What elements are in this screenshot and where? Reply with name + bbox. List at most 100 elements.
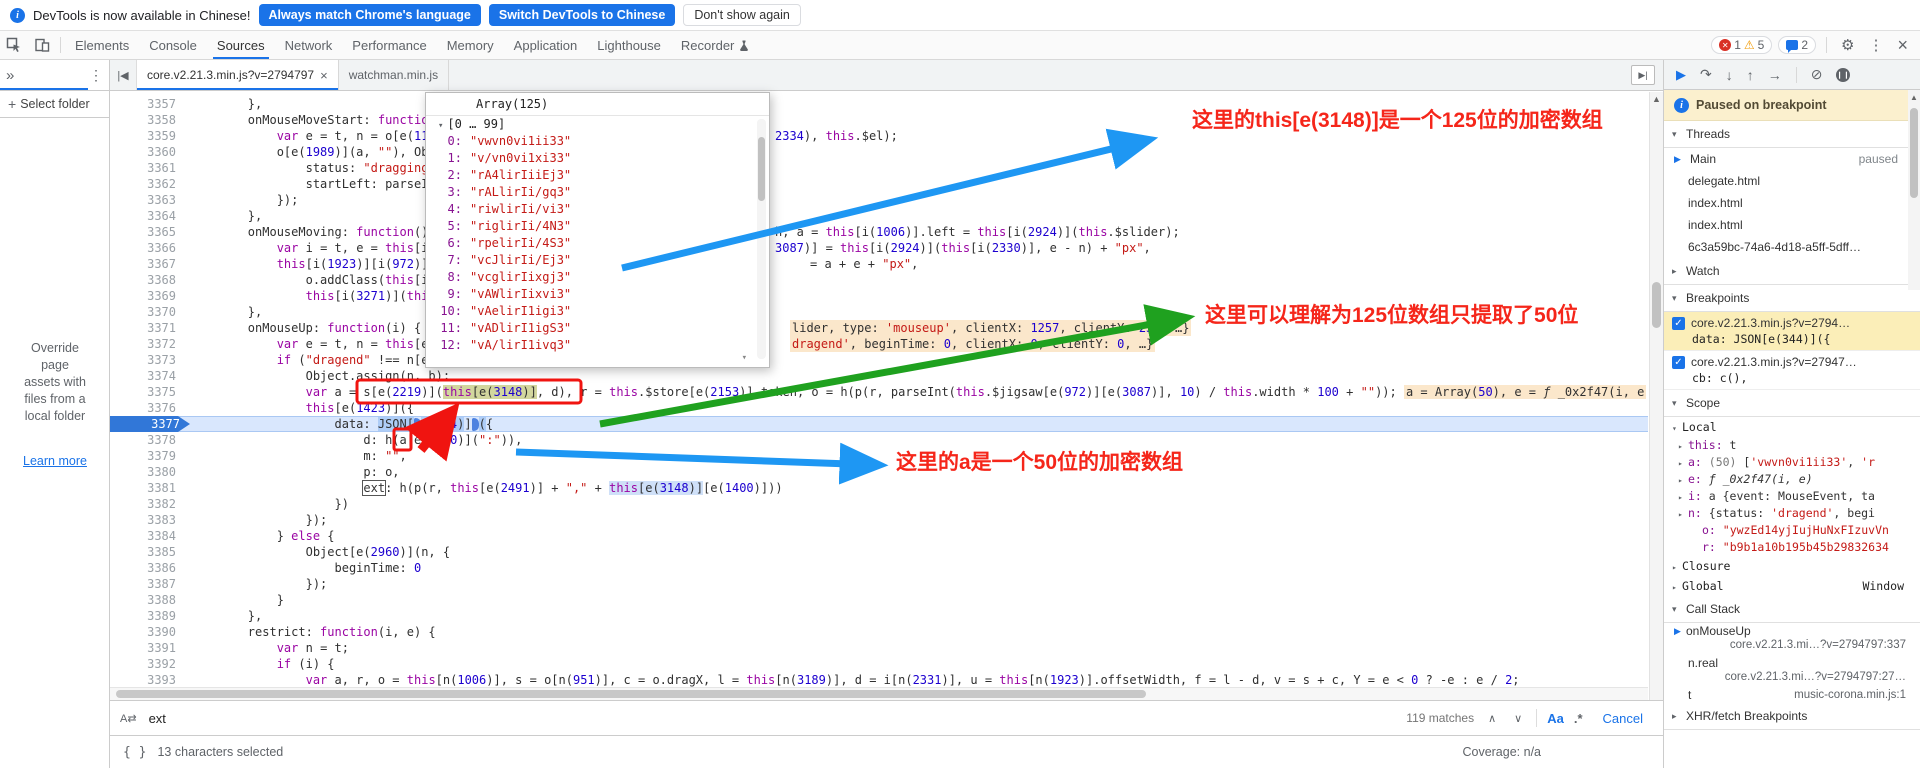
cancel-button[interactable]: Cancel bbox=[1593, 708, 1653, 729]
scrollbar-thumb[interactable] bbox=[758, 137, 765, 201]
checkbox-checked-icon[interactable]: ✓ bbox=[1672, 356, 1685, 369]
code-line[interactable]: 3384 } else { bbox=[110, 528, 1648, 544]
tab-performance[interactable]: Performance bbox=[342, 31, 436, 59]
line-number[interactable]: 3359 bbox=[110, 128, 186, 144]
scope-variable[interactable]: ▸this: t bbox=[1664, 437, 1920, 454]
scroll-up-icon[interactable]: ▲ bbox=[1650, 92, 1663, 104]
close-icon[interactable]: × bbox=[320, 68, 328, 83]
line-number[interactable]: 3373 bbox=[110, 352, 186, 368]
thread-file[interactable]: delegate.html bbox=[1664, 170, 1920, 192]
thread-main[interactable]: ▶ Main paused bbox=[1664, 148, 1920, 170]
code-line[interactable]: 3379 m: "", bbox=[110, 448, 1648, 464]
match-case-toggle[interactable]: Aa bbox=[1547, 711, 1564, 726]
code-line[interactable]: 3388 } bbox=[110, 592, 1648, 608]
line-number[interactable]: 3363 bbox=[110, 192, 186, 208]
line-number[interactable]: 3382 bbox=[110, 496, 186, 512]
line-number[interactable]: 3393 bbox=[110, 672, 186, 688]
code-line[interactable]: 3390 restrict: function(i, e) { bbox=[110, 624, 1648, 640]
code-line[interactable]: 3364 }, bbox=[110, 208, 1648, 224]
section-watch[interactable]: ▸ Watch bbox=[1664, 258, 1920, 285]
line-number[interactable]: 3367 bbox=[110, 256, 186, 272]
search-input[interactable] bbox=[147, 710, 1397, 727]
line-number[interactable]: 3391 bbox=[110, 640, 186, 656]
code-line[interactable]: 3372 var e = t, n = this[edragend', begi… bbox=[110, 336, 1648, 352]
pretty-print-icon[interactable]: { } bbox=[122, 744, 147, 761]
line-number[interactable]: 3365 bbox=[110, 224, 186, 240]
scope-variable[interactable]: r: "b9b1a10b195b45b29832634 bbox=[1664, 539, 1920, 556]
line-number[interactable]: 3392 bbox=[110, 656, 186, 672]
debugger-sidebar-toggle-icon[interactable]: ▶| bbox=[1631, 65, 1655, 85]
code-line[interactable]: 3378 d: h(a[e(2790)](":")), bbox=[110, 432, 1648, 448]
code-line[interactable]: 3375 var a = s[e(2219)](this[e(3148)], d… bbox=[110, 384, 1648, 400]
line-number[interactable]: 3357 bbox=[110, 96, 186, 112]
settings-gear-icon[interactable]: ⚙ bbox=[1837, 36, 1858, 54]
line-number[interactable]: 3376 bbox=[110, 400, 186, 416]
code-line[interactable]: 3367 this[i(1923)][i(972)][= a + e + "px… bbox=[110, 256, 1648, 272]
call-stack-frame[interactable]: tmusic-corona.min.js:1 bbox=[1664, 687, 1920, 703]
tab-recorder[interactable]: Recorder bbox=[671, 31, 744, 59]
inspect-element-icon[interactable] bbox=[6, 37, 22, 53]
tab-application[interactable]: Application bbox=[504, 31, 588, 59]
line-number[interactable]: 3388 bbox=[110, 592, 186, 608]
scope-closure[interactable]: ▸Closure bbox=[1664, 556, 1920, 576]
line-number[interactable]: 3387 bbox=[110, 576, 186, 592]
code-line[interactable]: 3380 p: o, bbox=[110, 464, 1648, 480]
call-stack-frame[interactable]: n.real bbox=[1664, 655, 1920, 671]
code-line[interactable]: 3377 data: JSON[e(344)]({ bbox=[110, 416, 1648, 432]
line-number[interactable]: 3369 bbox=[110, 288, 186, 304]
line-number[interactable]: 3390 bbox=[110, 624, 186, 640]
regex-toggle[interactable]: .* bbox=[1574, 711, 1583, 726]
scope-variable[interactable]: o: "ywzEd14yjIujHuNxFIzuvVn bbox=[1664, 522, 1920, 539]
code-line[interactable]: 3392 if (i) { bbox=[110, 656, 1648, 672]
code-line[interactable]: 3381 ext: h(p(r, this[e(2491)] + "," + t… bbox=[110, 480, 1648, 496]
code-editor[interactable]: 3357 },3358 onMouseMoveStart: function(t… bbox=[110, 92, 1648, 750]
line-number[interactable]: 3362 bbox=[110, 176, 186, 192]
thread-file[interactable]: 6c3a59bc-74a6-4d18-a5ff-5dff… bbox=[1664, 236, 1920, 258]
section-scope[interactable]: ▾ Scope bbox=[1664, 390, 1920, 417]
scroll-up-icon[interactable]: ▲ bbox=[1908, 90, 1920, 102]
scrollbar-thumb[interactable] bbox=[1910, 108, 1918, 198]
dont-show-again-button[interactable]: Don't show again bbox=[683, 4, 801, 26]
line-number[interactable]: 3368 bbox=[110, 272, 186, 288]
popup-scroll-down-icon[interactable]: ▾ bbox=[742, 353, 747, 363]
scrollbar-thumb[interactable] bbox=[1652, 282, 1661, 328]
checkbox-checked-icon[interactable]: ✓ bbox=[1672, 317, 1685, 330]
line-number[interactable]: 3385 bbox=[110, 544, 186, 560]
section-xhr-breakpoints[interactable]: ▸ XHR/fetch Breakpoints bbox=[1664, 703, 1920, 730]
tab-network[interactable]: Network bbox=[275, 31, 343, 59]
section-call-stack[interactable]: ▾ Call Stack bbox=[1664, 596, 1920, 623]
line-number[interactable]: 3383 bbox=[110, 512, 186, 528]
code-line[interactable]: 3376 this[e(1423)]({ bbox=[110, 400, 1648, 416]
code-line[interactable]: 3374 Object.assign(n, b); bbox=[110, 368, 1648, 384]
scope-global[interactable]: ▸GlobalWindow bbox=[1664, 576, 1920, 596]
step-over-icon[interactable]: ↷ bbox=[1700, 66, 1712, 83]
code-line[interactable]: 3393 var a, r, o = this[n(1006)], s = o[… bbox=[110, 672, 1648, 688]
breakpoint-entry[interactable]: ✓core.v2.21.3.min.js?v=2794…data: JSON[e… bbox=[1664, 312, 1920, 351]
issues-badge[interactable]: 2 bbox=[1778, 36, 1816, 54]
code-line[interactable]: 3387 }); bbox=[110, 576, 1648, 592]
scope-local[interactable]: ▾Local bbox=[1664, 417, 1920, 437]
code-line[interactable]: 3383 }); bbox=[110, 512, 1648, 528]
learn-more-link[interactable]: Learn more bbox=[23, 453, 87, 470]
line-number[interactable]: 3366 bbox=[110, 240, 186, 256]
code-line[interactable]: 3366 var i = t, e = this[i3087)] = this[… bbox=[110, 240, 1648, 256]
line-number[interactable]: 3375 bbox=[110, 384, 186, 400]
tab-console[interactable]: Console bbox=[139, 31, 207, 59]
step-icon[interactable]: → bbox=[1768, 67, 1782, 83]
thread-file[interactable]: index.html bbox=[1664, 214, 1920, 236]
next-match-icon[interactable]: ∨ bbox=[1510, 710, 1526, 727]
tab-elements[interactable]: Elements bbox=[65, 31, 139, 59]
code-line[interactable]: 3382 }) bbox=[110, 496, 1648, 512]
breakpoint-entry[interactable]: ✓core.v2.21.3.min.js?v=27947…cb: c(), bbox=[1664, 351, 1920, 390]
line-number[interactable]: 3370 bbox=[110, 304, 186, 320]
close-devtools-icon[interactable]: × bbox=[1893, 35, 1912, 56]
scope-variable[interactable]: ▸e: ƒ _0x2f47(i, e) bbox=[1664, 471, 1920, 488]
line-number[interactable]: 3379 bbox=[110, 448, 186, 464]
tab-sources[interactable]: Sources bbox=[207, 31, 275, 59]
navigator-menu-icon[interactable]: ⋮ bbox=[89, 67, 103, 84]
line-number[interactable]: 3374 bbox=[110, 368, 186, 384]
popup-scrollbar[interactable] bbox=[757, 119, 766, 359]
sidebar-scrollbar[interactable]: ▲ bbox=[1908, 90, 1920, 290]
code-line[interactable]: 3389 }, bbox=[110, 608, 1648, 624]
always-match-language-button[interactable]: Always match Chrome's language bbox=[259, 4, 481, 26]
